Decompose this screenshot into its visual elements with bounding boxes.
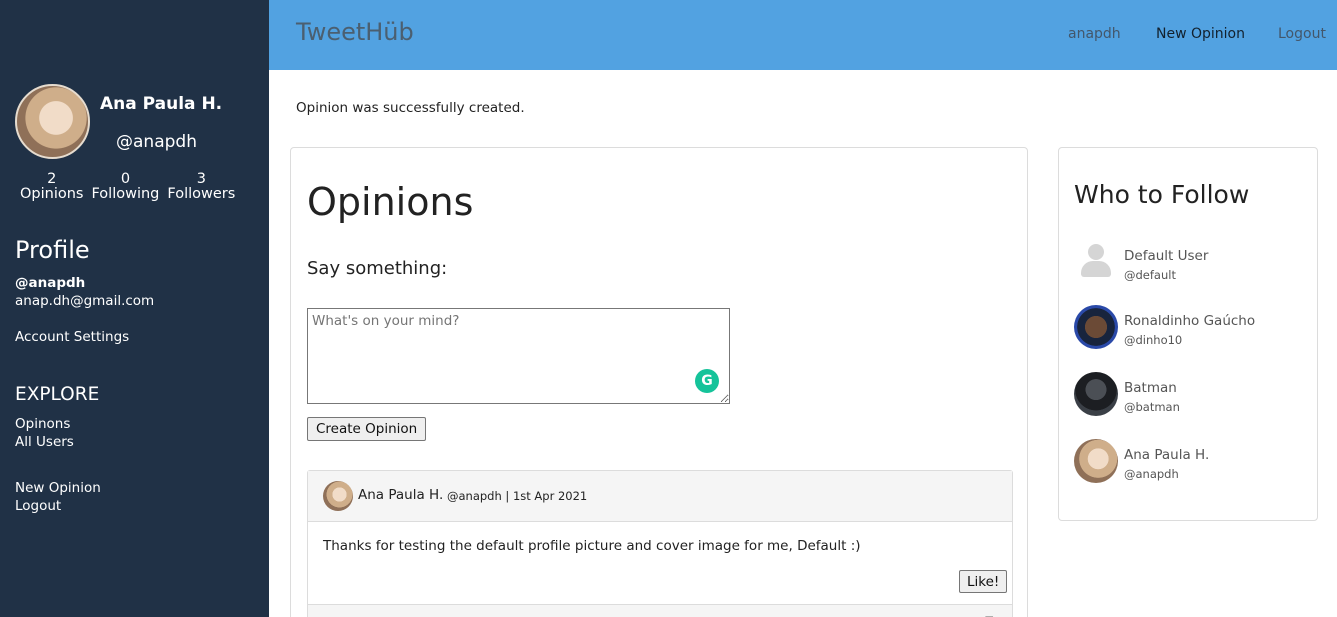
account-settings-link[interactable]: Account Settings bbox=[15, 329, 129, 345]
top-navbar: TweetHüb anapdh New Opinion Logout bbox=[269, 0, 1337, 70]
user-avatar bbox=[1074, 439, 1118, 483]
profile-handle: @anapdh bbox=[116, 132, 197, 152]
follow-suggestion[interactable]: Ronaldinho Gaúcho @dinho10 bbox=[1074, 305, 1304, 351]
stat-label: Opinions bbox=[20, 186, 84, 202]
follow-handle: @dinho10 bbox=[1124, 333, 1183, 347]
profile-name: Ana Paula H. bbox=[100, 94, 223, 114]
follow-suggestion[interactable]: Ana Paula H. @anapdh bbox=[1074, 439, 1304, 485]
stat-label: Following bbox=[91, 186, 160, 202]
sidebar: Ana Paula H. @anapdh 2 Opinions 0 Follow… bbox=[0, 0, 269, 617]
nav-logout-link[interactable]: Logout bbox=[1278, 26, 1326, 42]
stat-opinions[interactable]: 2 Opinions bbox=[20, 172, 83, 202]
follow-handle: @anapdh bbox=[1124, 467, 1179, 481]
explore-opinions-link[interactable]: Opinons bbox=[15, 416, 70, 432]
profile-section-title: Profile bbox=[15, 236, 90, 264]
explore-all-users-link[interactable]: All Users bbox=[15, 434, 74, 450]
opinion-header: Ana Paula H. @anapdh | 1st Apr 2021 bbox=[308, 471, 1012, 522]
user-avatar bbox=[1074, 372, 1118, 416]
follow-name: Ana Paula H. bbox=[1124, 447, 1210, 463]
opinion-textarea[interactable] bbox=[307, 308, 730, 404]
explore-title: EXPLORE bbox=[15, 384, 100, 405]
who-to-follow-card: Who to Follow Default User @default Rona… bbox=[1058, 147, 1318, 521]
follow-name: Ronaldinho Gaúcho bbox=[1124, 313, 1256, 329]
page-title: Opinions bbox=[307, 180, 474, 224]
follow-suggestion[interactable]: Batman @batman bbox=[1074, 372, 1304, 418]
stat-followers[interactable]: 3 Followers bbox=[167, 172, 235, 202]
stat-count: 2 bbox=[47, 171, 57, 187]
stat-label: Followers bbox=[167, 186, 236, 202]
opinion-meta: @anapdh | 1st Apr 2021 bbox=[447, 489, 588, 503]
profile-stats: 2 Opinions 0 Following 3 Followers bbox=[20, 172, 243, 202]
create-opinion-button[interactable]: Create Opinion bbox=[307, 417, 427, 441]
comment-icon[interactable]: ▭ bbox=[985, 613, 994, 617]
say-something-label: Say something: bbox=[307, 258, 448, 279]
opinion-author-avatar[interactable] bbox=[323, 481, 353, 511]
sidebar-new-opinion-link[interactable]: New Opinion bbox=[15, 480, 101, 496]
flash-notice: Opinion was successfully created. bbox=[296, 100, 525, 116]
sidebar-logout-link[interactable]: Logout bbox=[15, 498, 61, 514]
profile-email: anap.dh@gmail.com bbox=[15, 293, 155, 309]
like-button[interactable]: Like! bbox=[959, 570, 1008, 593]
follow-handle: @default bbox=[1124, 268, 1176, 282]
stat-count: 0 bbox=[120, 171, 131, 187]
opinion-author-name[interactable]: Ana Paula H. bbox=[358, 487, 443, 503]
stat-following[interactable]: 0 Following bbox=[91, 172, 159, 202]
default-avatar-icon bbox=[1074, 240, 1118, 284]
nav-user-link[interactable]: anapdh bbox=[1068, 26, 1121, 42]
nav-new-opinion-link[interactable]: New Opinion bbox=[1156, 26, 1245, 42]
follow-name: Default User bbox=[1124, 248, 1209, 264]
grammarly-icon[interactable]: G bbox=[695, 369, 719, 393]
opinion-text: Thanks for testing the default profile p… bbox=[323, 538, 861, 554]
follow-handle: @batman bbox=[1124, 400, 1180, 414]
follow-suggestion[interactable]: Default User @default bbox=[1074, 240, 1304, 286]
opinions-card: Opinions Say something: G Create Opinion… bbox=[290, 147, 1028, 617]
opinion-item: Ana Paula H. @anapdh | 1st Apr 2021 Than… bbox=[307, 470, 1013, 617]
opinion-footer: ▭ bbox=[308, 604, 1012, 617]
stat-count: 3 bbox=[196, 171, 206, 187]
profile-section-handle: @anapdh bbox=[15, 275, 86, 291]
user-avatar bbox=[1074, 305, 1118, 349]
who-to-follow-title: Who to Follow bbox=[1074, 180, 1250, 209]
follow-name: Batman bbox=[1124, 380, 1177, 396]
brand-logo[interactable]: TweetHüb bbox=[296, 18, 414, 46]
profile-avatar[interactable] bbox=[15, 84, 90, 159]
